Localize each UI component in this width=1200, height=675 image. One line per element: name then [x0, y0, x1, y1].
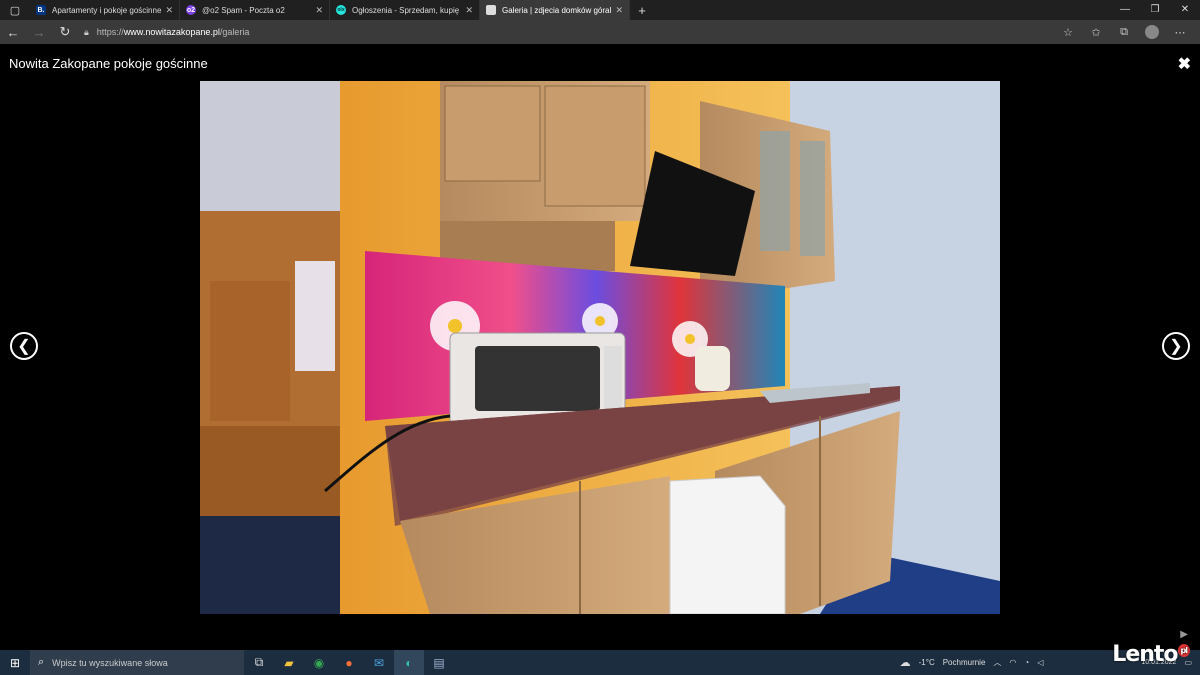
mail-icon[interactable]: ✉ — [364, 650, 394, 675]
windows-taskbar: ⊞ ⌕ Wpisz tu wyszukiwane słowa ⧉ ▰ ◉ ● ✉… — [0, 642, 1200, 675]
back-arrow-icon[interactable]: ← — [0, 25, 26, 40]
windows-start-icon[interactable]: ⊞ — [0, 656, 30, 670]
url-host: www.nowitazakopane.pl — [123, 27, 220, 37]
app-icon[interactable]: ▤ — [424, 650, 454, 675]
booking-favicon-icon: B. — [36, 5, 46, 15]
reload-icon[interactable]: ↻ — [52, 24, 78, 40]
collections-icon[interactable]: ⧉ — [1110, 26, 1138, 39]
kitchenette-photo-illustration — [200, 81, 1000, 614]
file-explorer-icon[interactable]: ▰ — [274, 650, 304, 675]
watermark-suffix: pl — [1177, 643, 1190, 657]
watermark-text: Lento — [1112, 642, 1178, 667]
url-field[interactable]: 🔒︎ https://www.nowitazakopane.pl/galeria — [84, 23, 1064, 41]
chrome-icon[interactable]: ◉ — [304, 650, 334, 675]
lock-icon: 🔒︎ — [84, 26, 89, 37]
favorites-icon[interactable]: ✩ — [1082, 26, 1110, 39]
network-icon[interactable]: ◠ — [1009, 658, 1016, 667]
lento-watermark-logo: Lento pl — [1112, 642, 1190, 667]
taskbar-search-box[interactable]: ⌕ Wpisz tu wyszukiwane słowa — [30, 650, 244, 675]
address-toolbar: ← → ↻ 🔒︎ https://www.nowitazakopane.pl/g… — [0, 20, 1200, 44]
edge-icon[interactable]: ◐ — [394, 650, 424, 675]
window-controls: — ❐ ✕ — [1110, 0, 1200, 20]
next-image-arrow-icon[interactable]: ❯ — [1162, 332, 1190, 360]
tab-close-icon[interactable]: ✕ — [615, 5, 623, 16]
tab-booking[interactable]: B. Apartamenty i pokoje gościnne N ✕ — [30, 0, 180, 20]
weather-cloud-icon[interactable]: ☁ — [900, 656, 911, 669]
o2-favicon-icon: o2 — [186, 5, 196, 15]
gallery-photo-kitchenette[interactable] — [200, 81, 1000, 614]
volume-icon[interactable]: ◁ — [1037, 658, 1043, 667]
gallery-title: Nowita Zakopane pokoje gościnne — [9, 56, 208, 71]
tab-olx[interactable]: olx Ogłoszenia - Sprzedam, kupię na ✕ — [330, 0, 480, 20]
task-view-icon[interactable]: ⧉ — [244, 650, 274, 675]
more-options-icon[interactable]: ⋯ — [1166, 26, 1194, 39]
weather-desc[interactable]: Pochmurnie — [943, 658, 986, 667]
tab-title: @o2 Spam - Poczta o2 — [202, 5, 285, 15]
wifi-icon[interactable]: ◔ — [1024, 658, 1029, 667]
previous-image-arrow-icon[interactable]: ❮ — [10, 332, 38, 360]
search-icon: ⌕ — [38, 656, 45, 668]
search-placeholder: Wpisz tu wyszukiwane słowa — [52, 657, 168, 668]
add-favorite-star-icon[interactable]: ☆ — [1054, 26, 1082, 39]
tab-o2-mail[interactable]: o2 @o2 Spam - Poczta o2 ✕ — [180, 0, 330, 20]
tab-galeria[interactable]: Galeria | zdjecia domków góralski ✕ — [480, 0, 630, 20]
tab-title: Ogłoszenia - Sprzedam, kupię na — [352, 5, 462, 15]
browser-tab-strip: ▢ B. Apartamenty i pokoje gościnne N ✕ o… — [0, 0, 1200, 20]
tray-chevron-up-icon[interactable]: ︿ — [993, 657, 1001, 668]
window-close-icon[interactable]: ✕ — [1170, 0, 1200, 20]
slideshow-play-icon[interactable]: ▶ — [1180, 629, 1188, 640]
olx-favicon-icon: olx — [336, 5, 346, 15]
forward-arrow-icon[interactable]: → — [26, 25, 52, 40]
profile-avatar-icon[interactable] — [1145, 25, 1159, 39]
url-path: /galeria — [219, 27, 250, 37]
new-tab-plus-icon[interactable]: + — [630, 3, 654, 18]
toolbar-icons: ☆ ✩ ⧉ ⋯ — [1054, 20, 1194, 44]
url-prefix: https:// — [96, 27, 124, 37]
page-favicon-icon — [486, 5, 496, 15]
restore-icon[interactable]: ❐ — [1140, 0, 1170, 20]
weather-temp[interactable]: -1°C — [919, 658, 935, 667]
firefox-icon[interactable]: ● — [334, 650, 364, 675]
tab-actions-icon[interactable]: ▢ — [0, 0, 30, 20]
tab-title: Apartamenty i pokoje gościnne N — [52, 5, 162, 15]
gallery-lightbox: Nowita Zakopane pokoje gościnne ✖ ❮ ❯ ▶ — [0, 44, 1200, 650]
tab-close-icon[interactable]: ✕ — [465, 5, 473, 16]
gallery-close-icon[interactable]: ✖ — [1178, 54, 1191, 74]
minimize-icon[interactable]: — — [1110, 0, 1140, 20]
tab-title: Galeria | zdjecia domków góralski — [502, 5, 612, 15]
tab-close-icon[interactable]: ✕ — [315, 5, 323, 16]
tab-close-icon[interactable]: ✕ — [165, 5, 173, 16]
